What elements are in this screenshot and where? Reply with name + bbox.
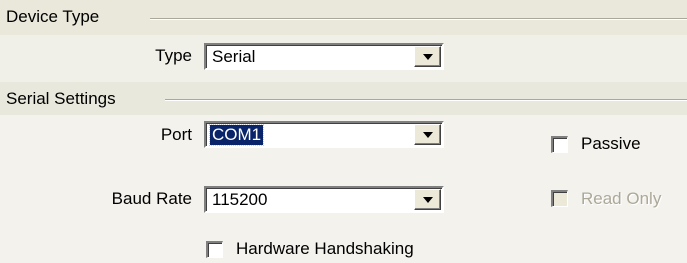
type-select-value: Serial bbox=[212, 47, 256, 66]
passive-checkbox[interactable] bbox=[551, 136, 568, 153]
device-type-group-title: Device Type bbox=[6, 7, 100, 26]
chevron-down-icon bbox=[423, 132, 433, 138]
chevron-down-icon bbox=[423, 54, 433, 60]
type-select[interactable]: Serial bbox=[204, 43, 444, 70]
type-label: Type bbox=[155, 46, 192, 65]
chevron-down-icon bbox=[423, 197, 433, 203]
type-select-dropdown-button[interactable] bbox=[414, 46, 441, 67]
port-select[interactable]: COM1 bbox=[204, 121, 444, 148]
passive-label: Passive bbox=[581, 134, 641, 153]
port-select-value: COM1 bbox=[208, 124, 265, 146]
read-only-label: Read Only bbox=[581, 189, 662, 208]
baud-rate-select-value: 115200 bbox=[212, 190, 268, 209]
baud-rate-select[interactable]: 115200 bbox=[204, 186, 444, 213]
read-only-checkbox bbox=[551, 190, 568, 207]
port-select-dropdown-button[interactable] bbox=[414, 124, 441, 145]
group-divider bbox=[165, 99, 687, 101]
baud-rate-select-dropdown-button[interactable] bbox=[414, 189, 441, 210]
hardware-handshaking-checkbox[interactable] bbox=[206, 241, 223, 258]
group-divider bbox=[150, 18, 687, 20]
port-label: Port bbox=[160, 125, 192, 144]
baud-rate-label: Baud Rate bbox=[111, 189, 192, 208]
hardware-handshaking-label: Hardware Handshaking bbox=[236, 239, 414, 258]
serial-settings-group-title: Serial Settings bbox=[6, 89, 116, 108]
